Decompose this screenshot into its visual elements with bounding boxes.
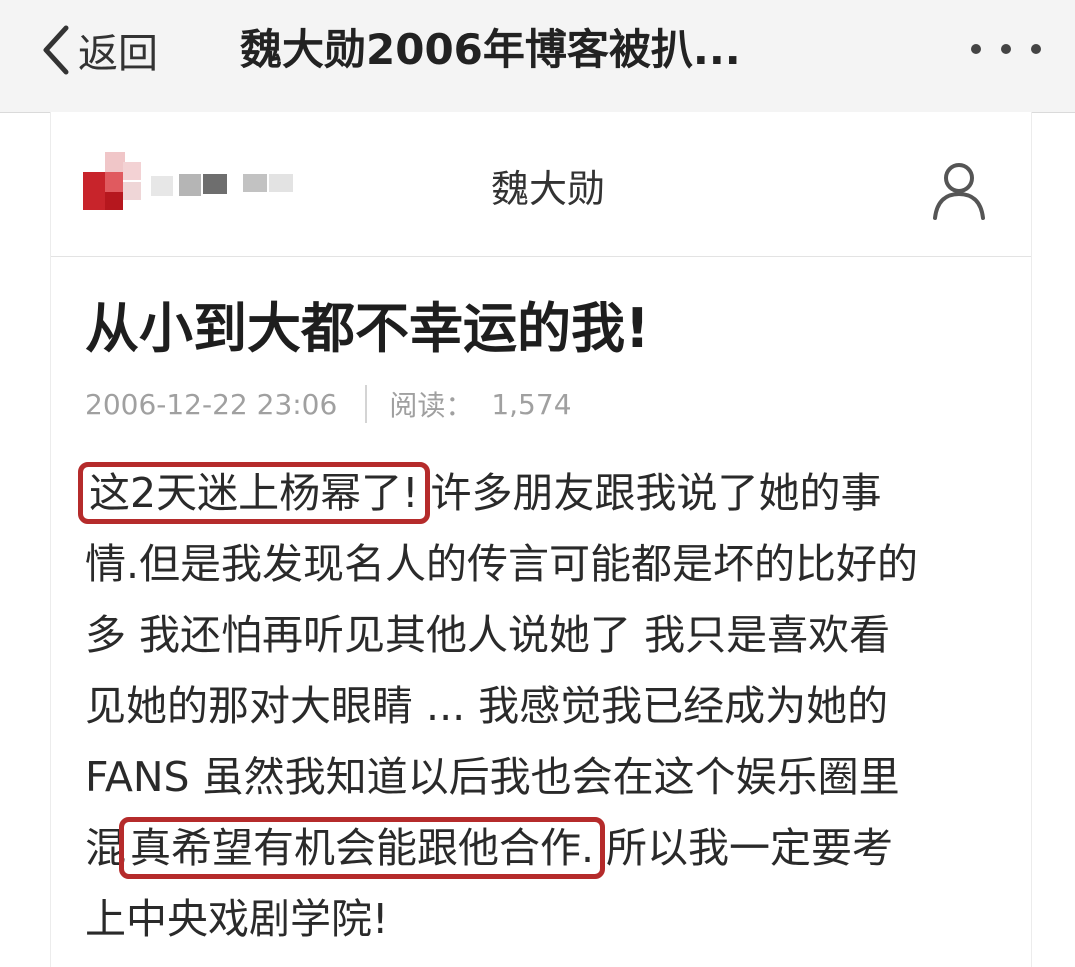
body-line-text: FANS 虽然我知道以后我也会在这个娱乐圈里: [85, 753, 900, 801]
reads-count: 1,574: [491, 387, 572, 421]
more-dots-icon: [971, 44, 981, 54]
body-line-text: 多 我还怕再听见其他人说她了 我只是喜欢看: [85, 611, 891, 659]
blog-header: 魏大勋: [51, 112, 1031, 252]
body-line: 多 我还怕再听见其他人说她了 我只是喜欢看: [85, 600, 1015, 671]
post-title: 从小到大都不幸运的我!: [85, 297, 650, 360]
body-line: 上中央戏剧学院!: [85, 884, 1015, 955]
body-line-text: 上中央戏剧学院!: [85, 895, 389, 943]
body-line-text: 见她的那对大眼睛 ... 我感觉我已经成为她的: [85, 682, 889, 730]
more-dots-icon: [1001, 44, 1011, 54]
blog-author-name[interactable]: 魏大勋: [491, 158, 605, 213]
post-meta: 2006-12-22 23:06 阅读： 1,574: [85, 384, 572, 424]
body-line-text: 混: [85, 824, 126, 872]
body-line-text: 许多朋友跟我说了她的事: [430, 469, 882, 517]
user-profile-icon[interactable]: [931, 160, 987, 220]
page-title: 魏大勋2006年博客被扒...: [240, 25, 741, 74]
reads-label: 阅读：: [389, 389, 474, 422]
body-line: 这2天迷上杨幂了! 许多朋友跟我说了她的事: [78, 458, 1015, 529]
body-line: 混真希望有机会能跟他合作. 所以我一定要考: [85, 813, 1015, 884]
more-menu-button[interactable]: [971, 36, 1041, 62]
body-line: FANS 虽然我知道以后我也会在这个娱乐圈里: [85, 742, 1015, 813]
blog-post-card: 魏大勋 从小到大都不幸运的我! 2006-12-22 23:06 阅读： 1,5…: [50, 112, 1032, 967]
body-line: 见她的那对大眼睛 ... 我感觉我已经成为她的: [85, 671, 1015, 742]
chevron-left-icon: [43, 25, 69, 75]
post-body: 这2天迷上杨幂了! 许多朋友跟我说了她的事 情.但是我发现名人的传言可能都是坏的比…: [78, 458, 1015, 955]
highlighted-text: 这2天迷上杨幂了!: [78, 462, 430, 524]
post-date: 2006-12-22 23:06: [85, 387, 338, 421]
body-line: 情.但是我发现名人的传言可能都是坏的比好的: [85, 529, 1015, 600]
more-dots-icon: [1031, 44, 1041, 54]
highlighted-text: 真希望有机会能跟他合作.: [118, 817, 606, 879]
body-line-text: 所以我一定要考: [606, 824, 894, 872]
top-nav-bar: 返回 魏大勋2006年博客被扒...: [0, 0, 1075, 113]
blog-logo[interactable]: [83, 152, 303, 212]
back-label: 返回: [78, 31, 158, 77]
back-button[interactable]: 返回: [36, 20, 158, 80]
header-divider: [51, 256, 1031, 257]
body-line-text: 情.但是我发现名人的传言可能都是坏的比好的: [85, 540, 919, 588]
meta-separator: [365, 385, 368, 423]
